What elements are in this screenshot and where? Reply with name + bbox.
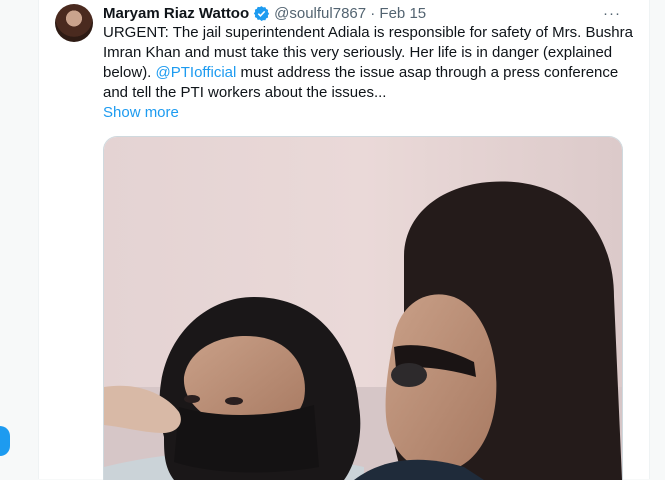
tweet-header: Maryam Riaz Wattoo @soulful7867 · Feb 15 [103, 3, 426, 23]
verified-badge-icon [253, 5, 270, 22]
tweet-text: URGENT: The jail superintendent Adiala i… [103, 23, 643, 103]
tweet-card[interactable]: Maryam Riaz Wattoo @soulful7867 · Feb 15… [38, 0, 650, 480]
more-options-icon[interactable]: ··· [600, 4, 624, 22]
floating-action-button-edge[interactable] [0, 426, 10, 456]
show-more-link[interactable]: Show more [103, 103, 179, 123]
author-handle-date[interactable]: @soulful7867 · Feb 15 [274, 5, 426, 22]
mention-link[interactable]: @PTIofficial [156, 64, 237, 81]
author-name[interactable]: Maryam Riaz Wattoo [103, 5, 249, 22]
tweet-photo[interactable] [103, 136, 623, 480]
avatar[interactable] [55, 4, 93, 42]
